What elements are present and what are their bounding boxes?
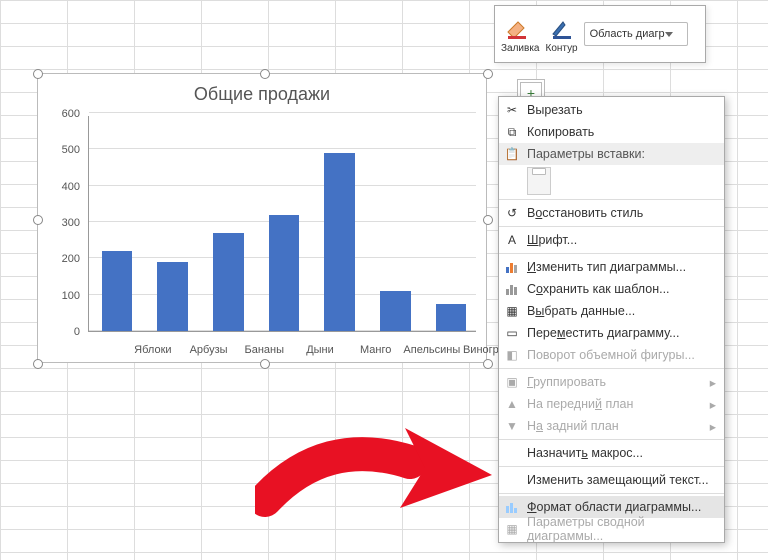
bar[interactable] [102,251,133,331]
bar[interactable] [269,215,300,331]
resize-handle[interactable] [260,359,270,369]
category-label: Манго [348,344,404,356]
submenu-arrow-icon: ▸ [710,375,716,390]
format-area-icon [504,499,520,515]
menu-separator [499,439,724,440]
outline-button[interactable]: Контур [546,15,578,54]
copy-icon: ⧉ [504,124,520,140]
category-label: Дыни [292,344,348,356]
bar[interactable] [436,304,467,331]
menu-assign-macro[interactable]: Назначить макрос... [499,442,724,464]
mini-format-toolbar: Заливка Контур Область диагр [494,5,706,63]
menu-cut[interactable]: ✂ Вырезать [499,99,724,121]
fill-label: Заливка [501,43,540,54]
y-tick-label: 300 [48,217,80,229]
bring-front-icon: ▲ [504,396,520,412]
fill-icon [501,15,533,43]
menu-change-chart-type[interactable]: Изменить тип диаграммы... [499,256,724,278]
pivot-icon: ▦ [504,521,520,537]
chart-type-icon [504,259,520,275]
resize-handle[interactable] [483,69,493,79]
menu-bring-front: ▲ На передний план ▸ [499,393,724,415]
menu-copy[interactable]: ⧉ Копировать [499,121,724,143]
context-menu: ✂ Вырезать ⧉ Копировать 📋 Параметры вста… [498,96,725,543]
menu-alt-text[interactable]: Изменить замещающий текст... [499,469,724,491]
submenu-arrow-icon: ▸ [710,397,716,412]
chart-element-selector[interactable]: Область диагр [584,22,688,46]
save-template-icon [504,281,520,297]
bar[interactable] [380,291,411,331]
menu-move-chart[interactable]: ▭ Переместить диаграмму... [499,322,724,344]
rotate3d-icon: ◧ [504,347,520,363]
menu-separator [499,199,724,200]
category-label: Арбузы [181,344,237,356]
submenu-arrow-icon: ▸ [710,419,716,434]
y-tick-label: 500 [48,144,80,156]
chart-object[interactable]: Общие продажи ЯблокиАрбузыБананыДыниМанг… [37,73,487,363]
category-label: Апельсины [403,344,459,356]
menu-paste-options[interactable] [499,165,724,197]
clipboard-icon: 📋 [504,146,520,162]
menu-separator [499,466,724,467]
scissors-icon: ✂ [504,102,520,118]
outline-icon [546,15,578,43]
bar[interactable] [213,233,244,331]
menu-separator [499,226,724,227]
move-chart-icon: ▭ [504,325,520,341]
menu-group: ▣ Группировать ▸ [499,371,724,393]
font-icon: A [504,232,520,248]
paste-icon [527,167,551,195]
menu-select-data[interactable]: ▦ Выбрать данные... [499,300,724,322]
category-label: Яблоки [125,344,181,356]
y-tick-label: 600 [48,108,80,120]
y-tick-label: 100 [48,290,80,302]
y-tick-label: 0 [48,326,80,338]
resize-handle[interactable] [260,69,270,79]
bar[interactable] [157,262,188,331]
category-label: Бананы [236,344,292,356]
plot-area [88,116,476,332]
y-tick-label: 400 [48,181,80,193]
outline-label: Контур [546,43,578,54]
resize-handle[interactable] [33,69,43,79]
menu-separator [499,368,724,369]
menu-separator [499,253,724,254]
select-data-icon: ▦ [504,303,520,319]
menu-separator [499,493,724,494]
resize-handle[interactable] [483,359,493,369]
chart-title: Общие продажи [38,84,486,105]
fill-button[interactable]: Заливка [501,15,540,54]
chevron-down-icon [665,32,673,37]
resize-handle[interactable] [483,215,493,225]
menu-pivot-params: ▦ Параметры сводной диаграммы... [499,518,724,540]
menu-send-back: ▼ На задний план ▸ [499,415,724,437]
send-back-icon: ▼ [504,418,520,434]
reset-icon: ↺ [504,205,520,221]
y-tick-label: 200 [48,253,80,265]
chart-element-selector-label: Область диагр [590,28,665,40]
menu-save-template[interactable]: Сохранить как шаблон... [499,278,724,300]
resize-handle[interactable] [33,359,43,369]
group-icon: ▣ [504,374,520,390]
menu-reset-style[interactable]: ↺ Восстановить стиль [499,202,724,224]
menu-3d-rotation: ◧ Поворот объемной фигуры... [499,344,724,366]
menu-font[interactable]: A Шрифт... [499,229,724,251]
bar[interactable] [324,153,355,331]
menu-paste-options-header: 📋 Параметры вставки: [499,143,724,165]
resize-handle[interactable] [33,215,43,225]
